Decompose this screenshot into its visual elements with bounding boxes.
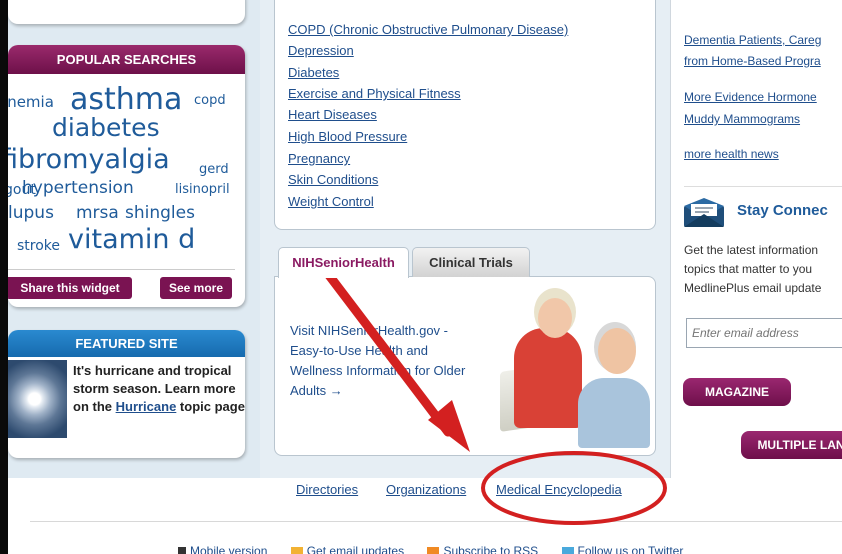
email-updates-link[interactable]: Get email updates: [290, 544, 405, 554]
window-edge: [0, 0, 8, 554]
photo-woman: [514, 328, 582, 428]
news-link-hormone-1[interactable]: More Evidence Hormone: [684, 88, 817, 106]
tab-clinical-trials[interactable]: Clinical Trials: [412, 247, 530, 277]
cloud-word-gerd[interactable]: gerd: [199, 162, 229, 177]
news-link-hormone-2[interactable]: Muddy Mammograms: [684, 110, 800, 128]
cloud-word-stroke[interactable]: stroke: [17, 238, 60, 254]
topic-link-weight-control[interactable]: Weight Control: [288, 194, 374, 209]
envelope-icon: [290, 546, 303, 554]
cloud-word-hypertension[interactable]: hypertension: [22, 178, 134, 198]
mobile-phone-icon: [178, 546, 186, 554]
cloud-word-lisinopril[interactable]: lisinopril: [175, 182, 230, 197]
right-divider: [684, 186, 842, 187]
hurricane-satellite-image[interactable]: [8, 360, 67, 438]
photo-man-head: [598, 328, 636, 374]
medlineplus-page: POPULAR SEARCHES anemia asthma copd diab…: [0, 0, 842, 554]
cloud-word-anemia[interactable]: anemia: [8, 93, 54, 111]
email-updates-label: Get email updates: [306, 544, 405, 554]
medical-encyclopedia-link[interactable]: Medical Encyclopedia: [496, 482, 622, 497]
rss-label: Subscribe to RSS: [443, 544, 539, 554]
nihseniorhealth-link[interactable]: Visit NIHSeniorHealth.gov - Easy-to-Use …: [290, 321, 470, 401]
see-more-button[interactable]: See more: [160, 277, 232, 299]
popular-searches-widget: POPULAR SEARCHES anemia asthma copd diab…: [8, 45, 245, 307]
rss-icon: [427, 546, 440, 554]
cloud-word-mrsa[interactable]: mrsa: [76, 203, 119, 223]
seniors-photo: [486, 288, 652, 448]
directories-link[interactable]: Directories: [296, 482, 358, 497]
widget-divider: [8, 269, 235, 270]
previous-widget-bottom: [8, 0, 245, 24]
topic-link-exercise[interactable]: Exercise and Physical Fitness: [288, 86, 461, 101]
twitter-icon: [561, 546, 574, 554]
twitter-label: Follow us on Twitter: [577, 544, 684, 554]
topic-link-pregnancy[interactable]: Pregnancy: [288, 151, 350, 166]
topic-link-skin-conditions[interactable]: Skin Conditions: [288, 172, 378, 187]
featured-site-text: It's hurricane and tropical storm season…: [73, 362, 245, 416]
cloud-word-shingles[interactable]: shingles: [125, 203, 195, 223]
magazine-button[interactable]: MAGAZINE: [683, 378, 791, 406]
envelope-icon: [684, 198, 724, 227]
right-column: [670, 0, 842, 478]
hurricane-link[interactable]: Hurricane: [116, 399, 177, 414]
featured-text-after: topic page: [176, 399, 245, 414]
multiple-languages-button[interactable]: MULTIPLE LAN: [741, 431, 842, 459]
footer-divider: [30, 521, 842, 522]
topic-link-depression[interactable]: Depression: [288, 43, 354, 58]
featured-site-title: FEATURED SITE: [8, 330, 245, 357]
stay-connected-title: Stay Connec: [737, 202, 828, 219]
twitter-link[interactable]: Follow us on Twitter: [561, 544, 684, 554]
column-divider: [670, 0, 671, 478]
photo-man: [578, 378, 650, 448]
news-link-dementia-1[interactable]: Dementia Patients, Careg: [684, 31, 821, 49]
stay-desc-line-1: Get the latest information: [684, 243, 819, 257]
cloud-word-asthma[interactable]: asthma: [70, 82, 182, 117]
search-word-cloud: anemia asthma copd diabetes fibromyalgia…: [8, 74, 245, 264]
tab-nihseniorhealth[interactable]: NIHSeniorHealth: [278, 247, 409, 278]
cloud-word-vitamin-d[interactable]: vitamin d: [68, 224, 195, 255]
organizations-link[interactable]: Organizations: [386, 482, 466, 497]
mobile-version-label: Mobile version: [190, 544, 268, 554]
stay-desc-line-2: topics that matter to you: [684, 262, 813, 276]
topic-link-heart-diseases[interactable]: Heart Diseases: [288, 107, 377, 122]
photo-woman-head: [538, 298, 572, 338]
cloud-word-copd[interactable]: copd: [194, 93, 226, 108]
cloud-word-diabetes[interactable]: diabetes: [52, 113, 160, 142]
rss-link[interactable]: Subscribe to RSS: [427, 544, 538, 554]
topic-link-diabetes[interactable]: Diabetes: [288, 65, 339, 80]
cloud-word-fibromyalgia[interactable]: fibromyalgia: [8, 144, 170, 175]
bottom-links-bar: Mobile version Get email updates Subscri…: [178, 544, 703, 554]
featured-site-widget: FEATURED SITE It's hurricane and tropica…: [8, 330, 245, 458]
topic-link-copd[interactable]: COPD (Chronic Obstructive Pulmonary Dise…: [288, 22, 568, 37]
cloud-word-lupus[interactable]: lupus: [8, 203, 54, 223]
stay-connected-description: Get the latest information topics that m…: [684, 241, 821, 298]
share-widget-button[interactable]: Share this widget: [8, 277, 132, 299]
popular-searches-title: POPULAR SEARCHES: [8, 45, 245, 74]
news-link-dementia-2[interactable]: from Home-Based Progra: [684, 52, 821, 70]
email-address-input[interactable]: [686, 318, 842, 348]
mobile-version-link[interactable]: Mobile version: [178, 544, 267, 554]
stay-desc-line-3: MedlinePlus email update: [684, 281, 822, 295]
more-health-news-link[interactable]: more health news: [684, 145, 779, 163]
topic-link-high-blood-pressure[interactable]: High Blood Pressure: [288, 129, 407, 144]
